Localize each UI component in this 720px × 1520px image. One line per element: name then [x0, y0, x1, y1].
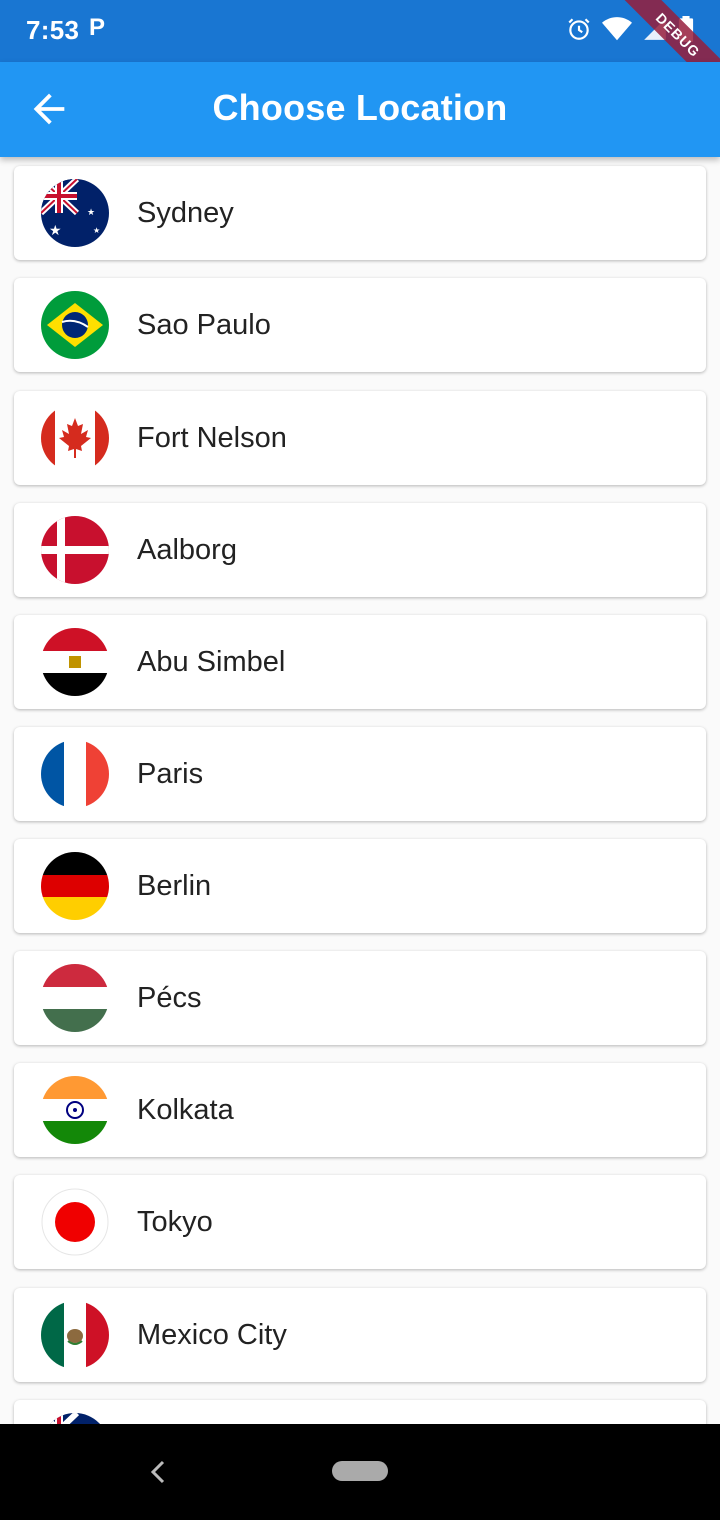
location-card-paris[interactable]: Paris — [14, 727, 706, 821]
japan-flag-icon — [41, 1188, 109, 1256]
location-card-berlin[interactable]: Berlin — [14, 839, 706, 933]
location-list[interactable]: ★ ★ ★ Sydney Sao Paulo Fort Nelson Aalbo… — [0, 157, 720, 1424]
wifi-icon — [602, 17, 632, 41]
new-zealand-flag-icon — [41, 1413, 109, 1424]
city-name: Paris — [137, 758, 204, 790]
city-name: Aalborg — [137, 534, 237, 566]
city-name: Kolkata — [137, 1094, 234, 1126]
app-bar: Choose Location — [0, 62, 720, 157]
location-card-abu-simbel[interactable]: Abu Simbel — [14, 615, 706, 709]
france-flag-icon — [41, 740, 109, 808]
location-card-sao-paulo[interactable]: Sao Paulo — [14, 278, 706, 372]
location-card-pecs[interactable]: Pécs — [14, 951, 706, 1045]
hungary-flag-icon — [41, 964, 109, 1032]
status-bar: 7:53 P DEBUG — [0, 0, 720, 101]
city-name: Tokyo — [137, 1206, 213, 1238]
india-flag-icon — [41, 1076, 109, 1144]
svg-text:★: ★ — [87, 208, 95, 218]
city-name: Sydney — [137, 197, 234, 229]
germany-flag-icon — [41, 852, 109, 920]
location-card-kolkata[interactable]: Kolkata — [14, 1063, 706, 1157]
nav-back-icon[interactable] — [148, 1458, 168, 1486]
location-card-sydney[interactable]: ★ ★ ★ Sydney — [14, 166, 706, 260]
location-card-fort-nelson[interactable]: Fort Nelson — [14, 391, 706, 485]
svg-text:★: ★ — [49, 223, 62, 239]
city-name: Pécs — [137, 982, 202, 1014]
brazil-flag-icon — [41, 291, 109, 359]
alarm-icon — [568, 18, 590, 40]
location-card-partial[interactable] — [14, 1400, 706, 1424]
location-card-tokyo[interactable]: Tokyo — [14, 1175, 706, 1269]
status-time: 7:53 — [26, 15, 80, 45]
svg-text:★: ★ — [93, 226, 100, 235]
city-name: Berlin — [137, 870, 212, 902]
city-name: Mexico City — [137, 1319, 287, 1351]
egypt-flag-icon — [41, 628, 109, 696]
denmark-flag-icon — [41, 516, 109, 584]
nav-home-pill[interactable] — [332, 1461, 388, 1481]
city-name: Abu Simbel — [137, 646, 286, 678]
city-name: Fort Nelson — [137, 422, 287, 454]
canada-flag-icon — [41, 404, 109, 472]
city-name: Sao Paulo — [137, 309, 271, 341]
location-card-mexico-city[interactable]: Mexico City — [14, 1288, 706, 1382]
notification-icon: P — [89, 14, 106, 41]
australia-flag-icon: ★ ★ ★ — [41, 179, 109, 247]
page-title: Choose Location — [212, 87, 508, 128]
mexico-flag-icon — [41, 1301, 109, 1369]
location-card-aalborg[interactable]: Aalborg — [14, 503, 706, 597]
